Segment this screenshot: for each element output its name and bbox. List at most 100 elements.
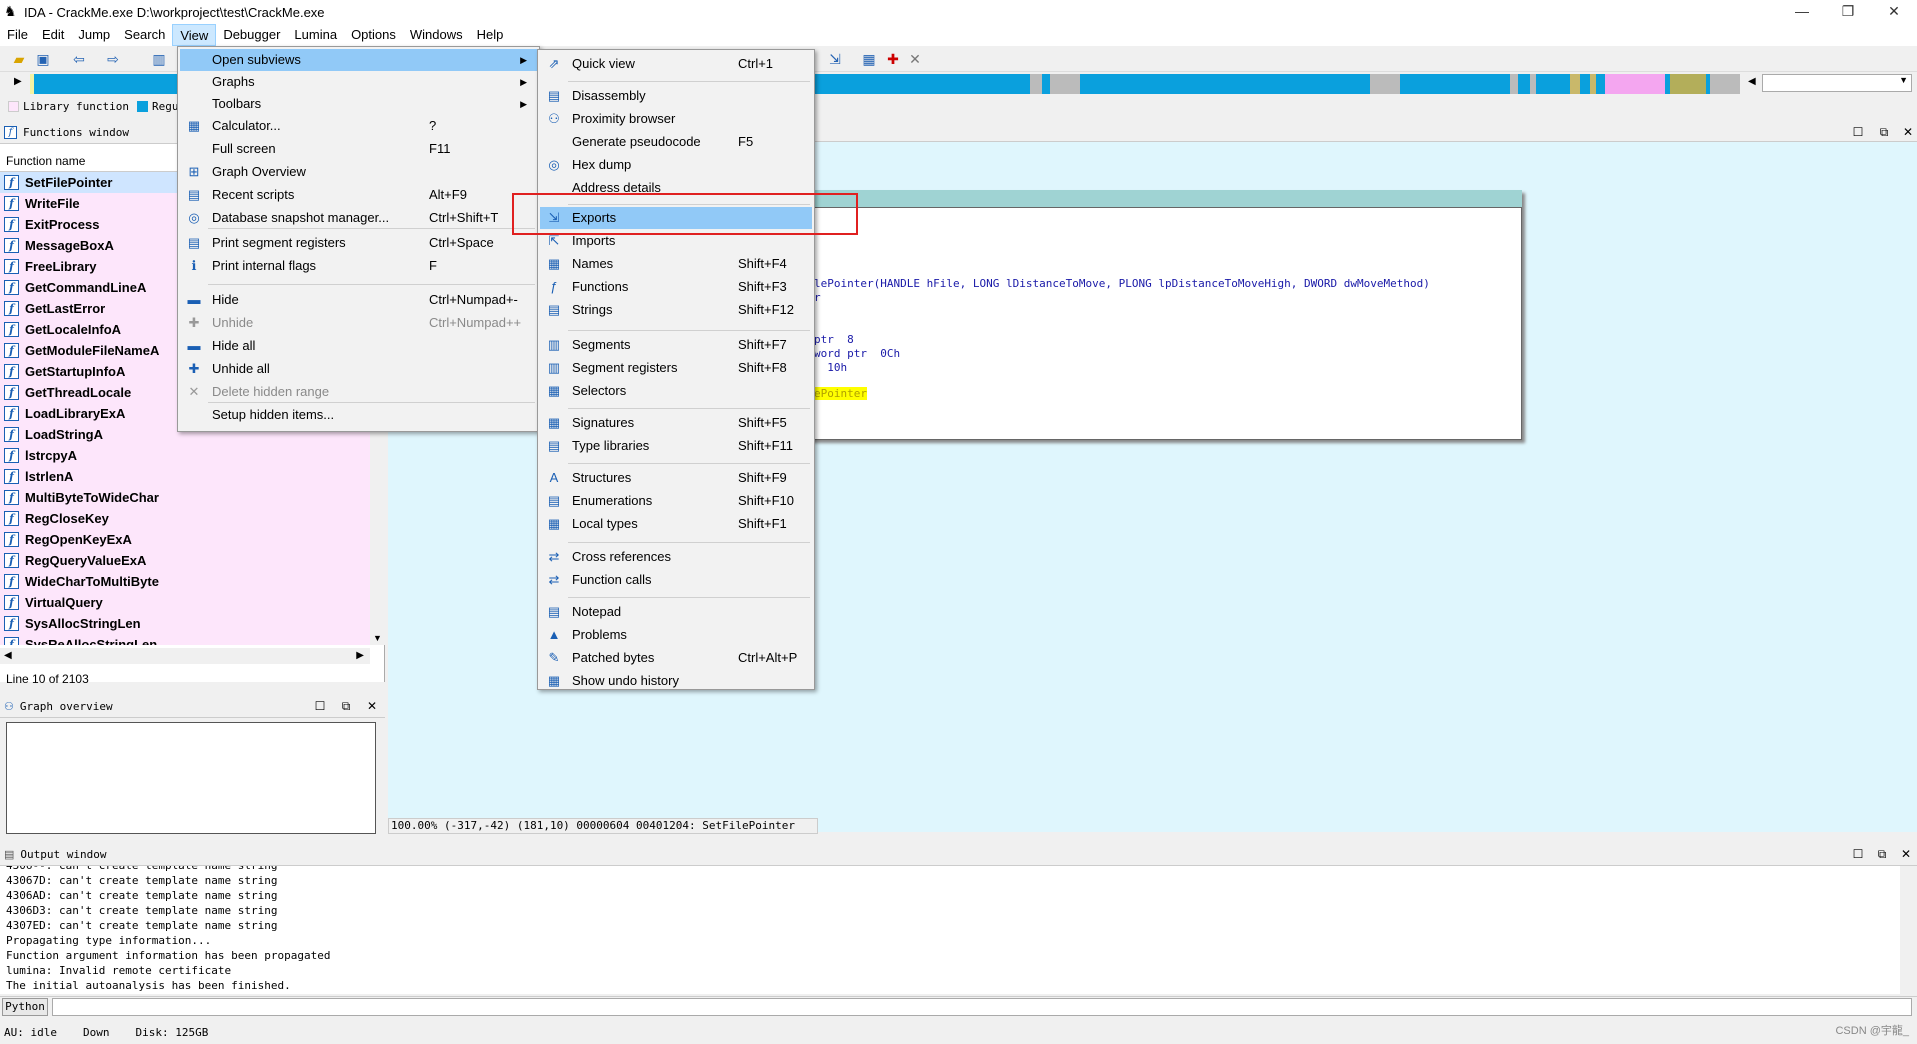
menu-item-hex-dump[interactable]: ◎ Hex dump — [540, 154, 812, 176]
menu-item-strings[interactable]: ▤ Strings Shift+F12 — [540, 299, 812, 321]
menu-edit[interactable]: Edit — [35, 24, 71, 46]
menu-item-cross-references[interactable]: ⇄ Cross references — [540, 546, 812, 568]
menu-item-function-calls[interactable]: ⇄ Function calls — [540, 569, 812, 591]
function-list-item[interactable]: f lstrlenA — [0, 466, 370, 487]
graph-close-icon[interactable]: ✕ — [364, 699, 380, 713]
output-float-icon[interactable]: ⧉ — [1874, 847, 1890, 862]
menu-jump[interactable]: Jump — [71, 24, 117, 46]
output-scrollbar[interactable] — [1902, 866, 1917, 994]
restore-button[interactable]: ❐ — [1825, 0, 1871, 24]
function-name: GetLocaleInfoA — [25, 322, 122, 337]
function-list-item[interactable]: f SysReAllocStringLen — [0, 634, 370, 645]
output-restore-icon[interactable]: ☐ — [1850, 847, 1866, 861]
scroll-left-icon[interactable]: ◀ — [4, 650, 12, 661]
menu-item-hide[interactable]: ▬ Hide Ctrl+Numpad+- — [180, 289, 537, 311]
function-list-item[interactable]: f WideCharToMultiByte — [0, 571, 370, 592]
menu-item-patched-bytes[interactable]: ✎ Patched bytes Ctrl+Alt+P — [540, 647, 812, 669]
menu-item-calculator[interactable]: ▦ Calculator...? — [180, 115, 537, 137]
menu-item-show-undo-history[interactable]: ▦ Show undo history — [540, 670, 812, 692]
ida-float-icon[interactable]: ⧉ — [1876, 125, 1892, 140]
code-line: ll SetFilePointer(HANDLE hFile, LONG lDi… — [761, 277, 1430, 290]
function-list-item[interactable]: f RegQueryValueExA — [0, 550, 370, 571]
menu-item-toolbars[interactable]: Toolbars ▶ — [180, 93, 537, 115]
menu-item-notepad[interactable]: ▤ Notepad — [540, 601, 812, 623]
close-button[interactable]: ✕ — [1871, 0, 1917, 24]
function-list-item[interactable]: f VirtualQuery — [0, 592, 370, 613]
menu-item-generate-pseudocode[interactable]: Generate pseudocode F5 — [540, 131, 812, 153]
menu-item-setup-hidden-items[interactable]: Setup hidden items... — [180, 404, 537, 426]
function-list-item[interactable]: f lstrcpyA — [0, 445, 370, 466]
minimize-button[interactable]: — — [1779, 0, 1825, 24]
output-close-icon[interactable]: ✕ — [1898, 847, 1914, 861]
menu-lumina[interactable]: Lumina — [287, 24, 344, 46]
nav-dropdown[interactable]: ▼ — [1762, 74, 1912, 92]
back-arrow-icon[interactable]: ⇦ — [70, 50, 88, 68]
menu-item-functions[interactable]: ƒ Functions Shift+F3 — [540, 276, 812, 298]
proximity-browser-icon: ⚇ — [548, 111, 560, 126]
menu-help[interactable]: Help — [470, 24, 511, 46]
ida-close-icon[interactable]: ✕ — [1900, 125, 1916, 139]
nav-left-arrow-icon[interactable]: ▶ — [14, 76, 22, 87]
function-list-item[interactable]: f RegCloseKey — [0, 508, 370, 529]
structure-icon[interactable]: ▦ — [860, 50, 878, 68]
graph-overview-canvas[interactable] — [6, 722, 376, 834]
open-folder-icon[interactable]: ▰ — [10, 50, 28, 68]
function-list-item[interactable]: f RegOpenKeyExA — [0, 529, 370, 550]
menu-item-names[interactable]: ▦ Names Shift+F4 — [540, 253, 812, 275]
output-log[interactable]: 4306--: can't create template name strin… — [0, 866, 1900, 994]
function-list-item[interactable]: f SysAllocStringLen — [0, 613, 370, 634]
menu-item-selectors[interactable]: ▦ Selectors — [540, 380, 812, 402]
binary-icon[interactable]: ▥ — [150, 50, 168, 68]
menu-view[interactable]: View — [172, 24, 217, 46]
graph-toolbar-icon[interactable]: ⇲ — [826, 50, 844, 68]
nav-right-arrow-icon[interactable]: ◀ — [1748, 76, 1756, 87]
function-name: SysAllocStringLen — [25, 616, 141, 631]
menu-item-signatures[interactable]: ▦ Signatures Shift+F5 — [540, 412, 812, 434]
menu-item-full-screen[interactable]: Full screen F11 — [180, 138, 537, 160]
menu-item-proximity-browser[interactable]: ⚇ Proximity browser — [540, 108, 812, 130]
menu-item-database-snapshot-manager[interactable]: ◎ Database snapshot manager... Ctrl+Shift+… — [180, 207, 537, 229]
menu-item-graph-overview[interactable]: ⊞ Graph Overview — [180, 161, 537, 183]
function-list-hscrollbar[interactable]: ◀ ▶ — [0, 648, 370, 664]
regular-swatch — [136, 100, 148, 112]
menu-options[interactable]: Options — [344, 24, 403, 46]
graph-restore-icon[interactable]: ☐ — [312, 699, 328, 713]
delete-icon[interactable]: ✕ — [906, 50, 924, 68]
add-icon[interactable]: ✚ — [884, 50, 902, 68]
menu-item-unhide-all[interactable]: ✚ Unhide all — [180, 358, 537, 380]
menu-search[interactable]: Search — [117, 24, 172, 46]
ida-restore-icon[interactable]: ☐ — [1850, 125, 1866, 139]
menu-item-enumerations[interactable]: ▤ Enumerations Shift+F10 — [540, 490, 812, 512]
menu-item-unhide[interactable]: ✚ Unhide Ctrl+Numpad++ — [180, 312, 537, 334]
command-input[interactable] — [52, 998, 1912, 1016]
menu-item-local-types[interactable]: ▦ Local types Shift+F1 — [540, 513, 812, 535]
code-block[interactable]: hunkll SetFilePointer(HANDLE hFile, LONG… — [760, 190, 1522, 440]
save-icon[interactable]: ▣ — [34, 50, 52, 68]
menu-item-segments[interactable]: ▥ Segments Shift+F7 — [540, 334, 812, 356]
menu-file[interactable]: File — [0, 24, 35, 46]
graph-float-icon[interactable]: ⧉ — [338, 699, 354, 714]
menu-item-open-subviews[interactable]: Open subviews ▶ — [180, 49, 537, 71]
menu-item-type-libraries[interactable]: ▤ Type libraries Shift+F11 — [540, 435, 812, 457]
menu-item-quick-view[interactable]: ⇗ Quick view Ctrl+1 — [540, 53, 812, 75]
menu-item-print-segment-registers[interactable]: ▤ Print segment registers Ctrl+Space — [180, 232, 537, 254]
menu-debugger[interactable]: Debugger — [216, 24, 287, 46]
menu-item-disassembly[interactable]: ▤ Disassembly — [540, 85, 812, 107]
scroll-down-icon[interactable]: ▼ — [373, 633, 382, 643]
menu-item-delete-hidden-range[interactable]: ✕ Delete hidden range — [180, 381, 537, 403]
python-button[interactable]: Python — [2, 998, 48, 1016]
menu-item-print-internal-flags[interactable]: ℹ Print internal flags F — [180, 255, 537, 277]
menu-item-hide-all[interactable]: ▬ Hide all — [180, 335, 537, 357]
menu-windows[interactable]: Windows — [403, 24, 470, 46]
forward-arrow-icon[interactable]: ⇨ — [104, 50, 122, 68]
scroll-right-icon[interactable]: ▶ — [356, 650, 364, 661]
menu-item-recent-scripts[interactable]: ▤ Recent scripts Alt+F9 — [180, 184, 537, 206]
menu-item-segment-registers[interactable]: ▥ Segment registers Shift+F8 — [540, 357, 812, 379]
menu-item-shortcut: Ctrl+Numpad+- — [429, 292, 518, 307]
function-list-item[interactable]: f MultiByteToWideChar — [0, 487, 370, 508]
menu-item-graphs[interactable]: Graphs ▶ — [180, 71, 537, 93]
menu-item-structures[interactable]: A Structures Shift+F9 — [540, 467, 812, 489]
menu-item-problems[interactable]: ▲ Problems — [540, 624, 812, 646]
menu-separator — [208, 228, 535, 229]
output-line: 4306D3: can't create template name strin… — [6, 904, 278, 917]
